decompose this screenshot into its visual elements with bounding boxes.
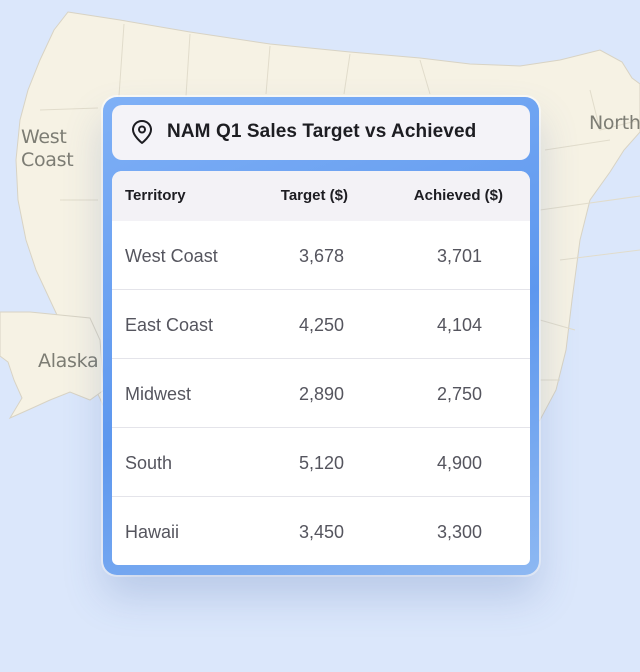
map-label-west-coast: West Coast: [21, 126, 74, 172]
card-header: NAM Q1 Sales Target vs Achieved: [112, 105, 530, 160]
table-header: Territory Target ($) Achieved ($): [112, 171, 530, 221]
map-label-coast: Coast: [21, 149, 74, 171]
table-row[interactable]: Midwest 2,890 2,750: [112, 359, 530, 428]
sales-card: NAM Q1 Sales Target vs Achieved Territor…: [103, 97, 539, 575]
card-title: NAM Q1 Sales Target vs Achieved: [167, 121, 477, 142]
map-label-alaska: Alaska: [38, 350, 99, 372]
achieved-cell: 4,900: [436, 453, 482, 473]
sales-table: Territory Target ($) Achieved ($) West C…: [112, 171, 530, 565]
table-row[interactable]: West Coast 3,678 3,701: [112, 221, 530, 290]
achieved-cell: 3,300: [436, 522, 482, 542]
column-header-achieved[interactable]: Achieved ($): [112, 187, 503, 204]
achieved-cell: 4,104: [436, 315, 482, 335]
location-pin-icon: [132, 120, 152, 144]
achieved-cell: 2,750: [436, 384, 482, 404]
achieved-cell: 3,701: [436, 246, 482, 266]
table-row[interactable]: South 5,120 4,900: [112, 428, 530, 497]
map-label-west: West: [21, 126, 67, 148]
table-row[interactable]: East Coast 4,250 4,104: [112, 290, 530, 359]
table-row[interactable]: Hawaii 3,450 3,300: [112, 497, 530, 565]
map-label-northeast: Northe: [589, 112, 640, 134]
